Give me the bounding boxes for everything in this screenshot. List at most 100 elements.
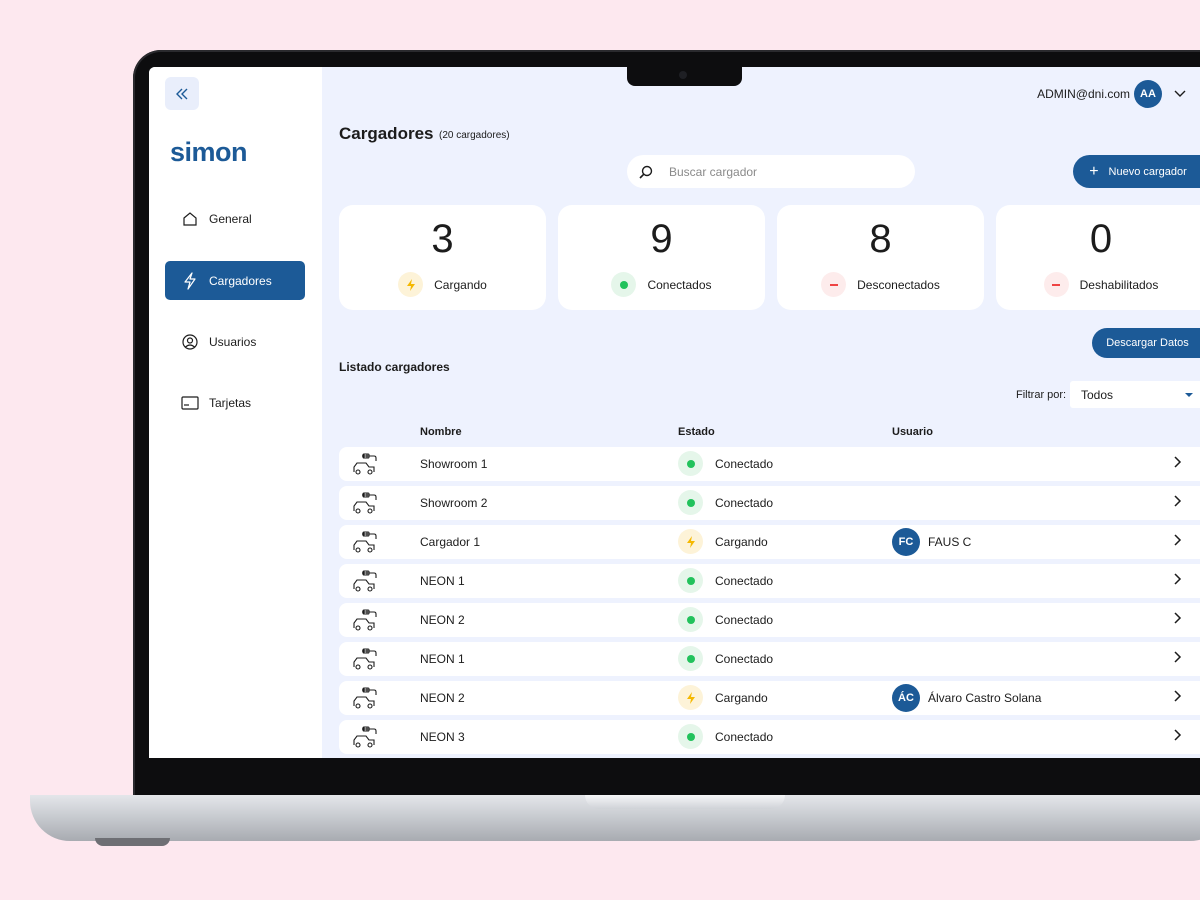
stat-label: Cargando xyxy=(434,277,487,292)
table-row[interactable]: NEON 3 Conectado xyxy=(339,720,1200,754)
state-label: Cargando xyxy=(715,690,768,705)
stat-label: Desconectados xyxy=(857,277,940,292)
stat-label: Conectados xyxy=(647,277,712,292)
charger-name: Showroom 2 xyxy=(420,496,488,510)
charging-status-icon xyxy=(678,529,703,554)
car-charger-icon xyxy=(351,725,379,752)
chevron-right-icon[interactable] xyxy=(1174,612,1182,627)
laptop-hinge-notch xyxy=(585,795,785,809)
home-icon xyxy=(181,210,199,228)
chevron-right-icon[interactable] xyxy=(1174,690,1182,705)
sidebar-item-usuarios[interactable]: Usuarios xyxy=(165,322,305,361)
app-screen: simon General Cargadores Usuarios Tarjet… xyxy=(149,67,1200,758)
card-icon xyxy=(181,394,199,412)
state-label: Conectado xyxy=(715,573,774,588)
page-title: Cargadores xyxy=(339,124,434,143)
charger-name: Showroom 1 xyxy=(420,457,488,471)
search-icon xyxy=(639,165,653,179)
charger-user: ÁC Álvaro Castro Solana xyxy=(892,684,1041,712)
column-header-usuario[interactable]: Usuario xyxy=(892,426,933,438)
car-charger-icon xyxy=(351,569,379,596)
search-input[interactable] xyxy=(667,163,891,180)
state-label: Cargando xyxy=(715,534,768,549)
charger-state: Cargando xyxy=(678,529,768,554)
double-chevron-left-icon xyxy=(176,88,188,99)
column-header-estado[interactable]: Estado xyxy=(678,426,715,438)
sidebar: simon General Cargadores Usuarios Tarjet… xyxy=(149,67,322,758)
car-charger-icon xyxy=(351,530,379,557)
charger-name: NEON 1 xyxy=(420,574,465,588)
sidebar-item-general[interactable]: General xyxy=(165,199,305,238)
chevron-right-icon[interactable] xyxy=(1174,573,1182,588)
sidebar-item-cargadores[interactable]: Cargadores xyxy=(165,261,305,300)
table-row[interactable]: Showroom 1 Conectado xyxy=(339,447,1200,481)
sidebar-item-label: General xyxy=(209,211,252,226)
simon-logo: simon xyxy=(170,137,248,167)
charger-state: Conectado xyxy=(678,724,773,749)
disabled-status-icon xyxy=(1043,272,1069,297)
table-row[interactable]: NEON 1 Conectado xyxy=(339,642,1200,676)
charger-name: Cargador 1 xyxy=(420,535,481,549)
table-row[interactable]: Showroom 2 Conectado xyxy=(339,486,1200,520)
charger-name: NEON 2 xyxy=(420,613,465,627)
user-name: Álvaro Castro Solana xyxy=(928,691,1042,705)
user-menu[interactable]: ADMIN@dni.com AA xyxy=(1037,80,1186,108)
stat-value: 3 xyxy=(431,217,454,261)
stat-value: 9 xyxy=(650,217,673,261)
chevron-right-icon[interactable] xyxy=(1174,534,1182,549)
stat-card-disabled: 0 Deshabilitados xyxy=(996,205,1200,310)
charger-state: Conectado xyxy=(678,607,773,632)
car-charger-icon xyxy=(351,491,379,518)
charger-state: Conectado xyxy=(678,568,773,593)
filter-select[interactable]: Todos xyxy=(1070,381,1200,408)
charging-status-icon xyxy=(398,272,424,297)
chevron-down-icon[interactable] xyxy=(1174,90,1186,98)
connected-status-icon xyxy=(678,646,703,671)
table-row[interactable]: NEON 2 Cargando ÁC Álvaro Castro Solana xyxy=(339,681,1200,715)
car-charger-icon xyxy=(351,647,379,674)
list-title: Listado cargadores xyxy=(339,360,450,374)
chevron-right-icon[interactable] xyxy=(1174,456,1182,471)
search-bar[interactable] xyxy=(627,155,915,188)
stat-card-disconnected: 8 Desconectados xyxy=(777,205,984,310)
table-row[interactable]: Cargador 1 Cargando FC FAUS C xyxy=(339,525,1200,559)
new-charger-button[interactable]: + Nuevo cargador xyxy=(1073,155,1200,188)
stat-label: Deshabilitados xyxy=(1079,277,1159,292)
car-charger-icon xyxy=(351,608,379,635)
download-data-button[interactable]: Descargar Datos xyxy=(1092,328,1200,358)
charging-status-icon xyxy=(678,685,703,710)
lightning-icon xyxy=(181,271,199,290)
connected-status-icon xyxy=(678,724,703,749)
chevron-right-icon[interactable] xyxy=(1174,651,1182,666)
connected-status-icon xyxy=(678,607,703,632)
filter-value: Todos xyxy=(1081,387,1114,402)
sidebar-item-label: Usuarios xyxy=(209,334,257,349)
collapse-sidebar-button[interactable] xyxy=(165,77,199,110)
charger-name: NEON 1 xyxy=(420,652,465,666)
charger-name: NEON 3 xyxy=(420,730,465,744)
chevron-right-icon[interactable] xyxy=(1174,729,1182,744)
laptop-foot xyxy=(95,838,170,846)
stat-value: 8 xyxy=(869,217,892,261)
sidebar-item-tarjetas[interactable]: Tarjetas xyxy=(165,383,305,422)
user-email: ADMIN@dni.com xyxy=(1037,87,1130,101)
disconnected-status-icon xyxy=(821,272,847,297)
plus-icon: + xyxy=(1089,162,1099,180)
charger-name: NEON 2 xyxy=(420,691,465,705)
new-charger-label: Nuevo cargador xyxy=(1108,165,1187,178)
connected-status-icon xyxy=(678,490,703,515)
state-label: Conectado xyxy=(715,495,774,510)
state-label: Conectado xyxy=(715,651,774,666)
chevron-right-icon[interactable] xyxy=(1174,495,1182,510)
sidebar-item-label: Cargadores xyxy=(209,273,272,288)
user-avatar: AA xyxy=(1134,80,1162,108)
column-header-nombre[interactable]: Nombre xyxy=(420,426,462,438)
table-row[interactable]: NEON 2 Conectado xyxy=(339,603,1200,637)
table-row[interactable]: NEON 1 Conectado xyxy=(339,564,1200,598)
filter-label: Filtrar por: xyxy=(1016,389,1067,401)
user-name: FAUS C xyxy=(928,535,972,549)
user-avatar: ÁC xyxy=(892,684,920,712)
car-charger-icon xyxy=(351,686,379,713)
charger-state: Conectado xyxy=(678,646,773,671)
connected-status-icon xyxy=(678,568,703,593)
